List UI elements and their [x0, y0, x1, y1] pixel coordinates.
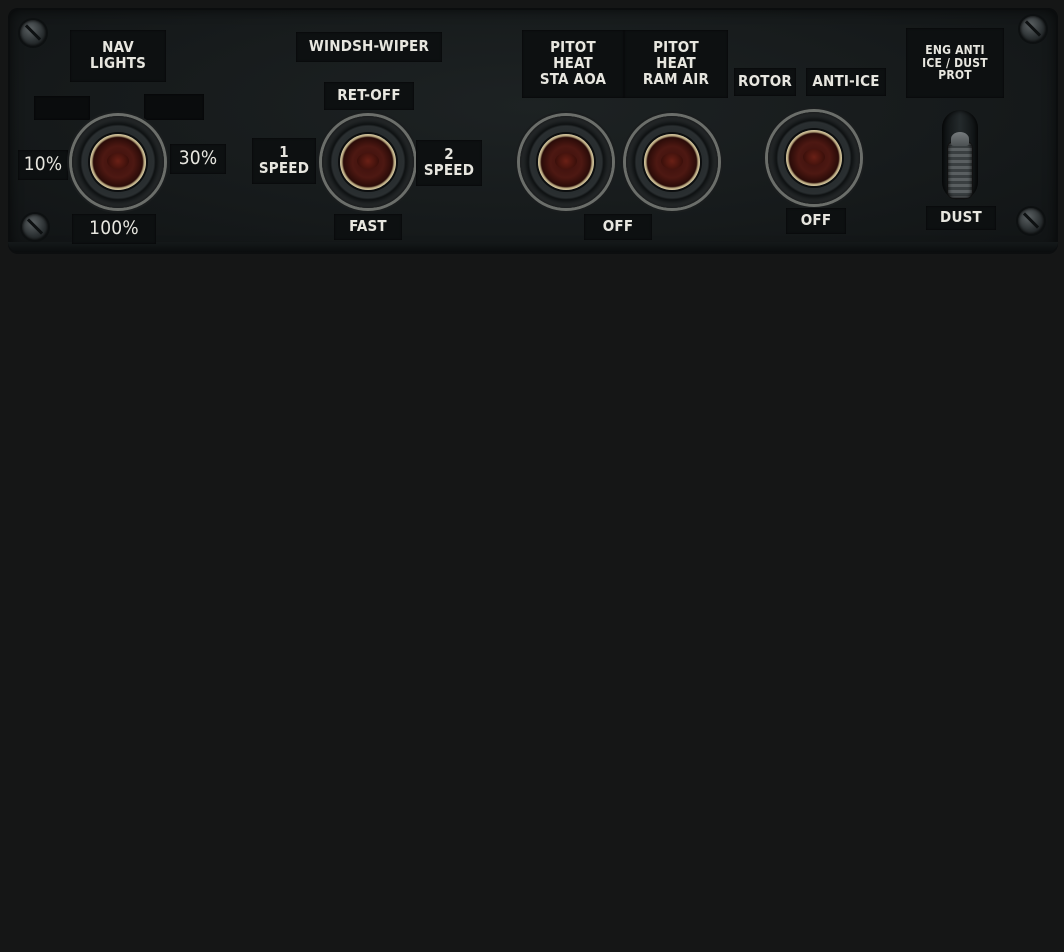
knob-center-icon	[340, 134, 396, 190]
nav-lights-label-line2: LIGHTS	[89, 54, 147, 72]
rotor-anti-ice-switch[interactable]	[768, 112, 860, 204]
pitot-heat-sta-aoa-line3: STA AOA	[539, 69, 607, 88]
eng-dust-label: DUST	[926, 206, 996, 230]
pitot-heat-ram-air-line3: RAM AIR	[642, 69, 710, 88]
pitot-heat-off-label: OFF	[584, 214, 652, 240]
windshield-wiper-rotary-knob[interactable]	[322, 116, 414, 208]
panel-bottom-edge	[8, 242, 1058, 252]
eng-anti-ice-toggle-slot	[942, 110, 978, 200]
rotor-anti-ice-off-label: OFF	[786, 208, 846, 234]
eng-anti-ice-line1: ENG ANTI	[925, 43, 985, 58]
nav-lights-blank-plate-left	[34, 96, 90, 120]
pitot-heat-sta-aoa-label: PITOT HEAT STA AOA	[522, 30, 624, 98]
screw-icon	[20, 20, 46, 46]
nav-lights-100-percent-label: 100%	[72, 214, 156, 244]
wiper-1-speed-word: SPEED	[258, 159, 310, 177]
wiper-2-speed-word: SPEED	[423, 161, 475, 179]
knob-center-icon	[786, 130, 842, 186]
nav-lights-10-percent-label: 10%	[18, 150, 68, 180]
wiper-1-speed-label: 1 SPEED	[252, 138, 316, 184]
pitot-heat-ram-air-switch[interactable]	[626, 116, 718, 208]
knob-center-icon	[90, 134, 146, 190]
screw-icon	[22, 214, 48, 240]
rotor-label: ROTOR	[734, 68, 796, 96]
knob-center-icon	[538, 134, 594, 190]
knob-center-icon	[644, 134, 700, 190]
wiper-ret-off-label: RET-OFF	[324, 82, 414, 110]
screw-icon	[1018, 208, 1044, 234]
eng-anti-ice-dust-prot-label: ENG ANTI ICE / DUST PROT	[906, 28, 1004, 98]
wiper-2-speed-label: 2 SPEED	[416, 140, 482, 186]
pitot-heat-ram-air-label: PITOT HEAT RAM AIR	[624, 30, 728, 98]
eng-anti-ice-toggle-switch[interactable]	[948, 132, 972, 198]
anti-ice-label: ANTI-ICE	[806, 68, 886, 96]
nav-lights-rotary-knob[interactable]	[72, 116, 164, 208]
wiper-fast-label: FAST	[334, 214, 402, 240]
eng-anti-ice-line3: PROT	[938, 68, 972, 83]
nav-lights-label: NAV LIGHTS	[70, 30, 166, 82]
pitot-heat-sta-aoa-switch[interactable]	[520, 116, 612, 208]
windshield-wiper-label: WINDSH-WIPER	[296, 32, 442, 62]
nav-lights-30-percent-label: 30%	[170, 144, 226, 174]
nav-lights-blank-plate-right	[144, 94, 204, 120]
screw-icon	[1020, 16, 1046, 42]
